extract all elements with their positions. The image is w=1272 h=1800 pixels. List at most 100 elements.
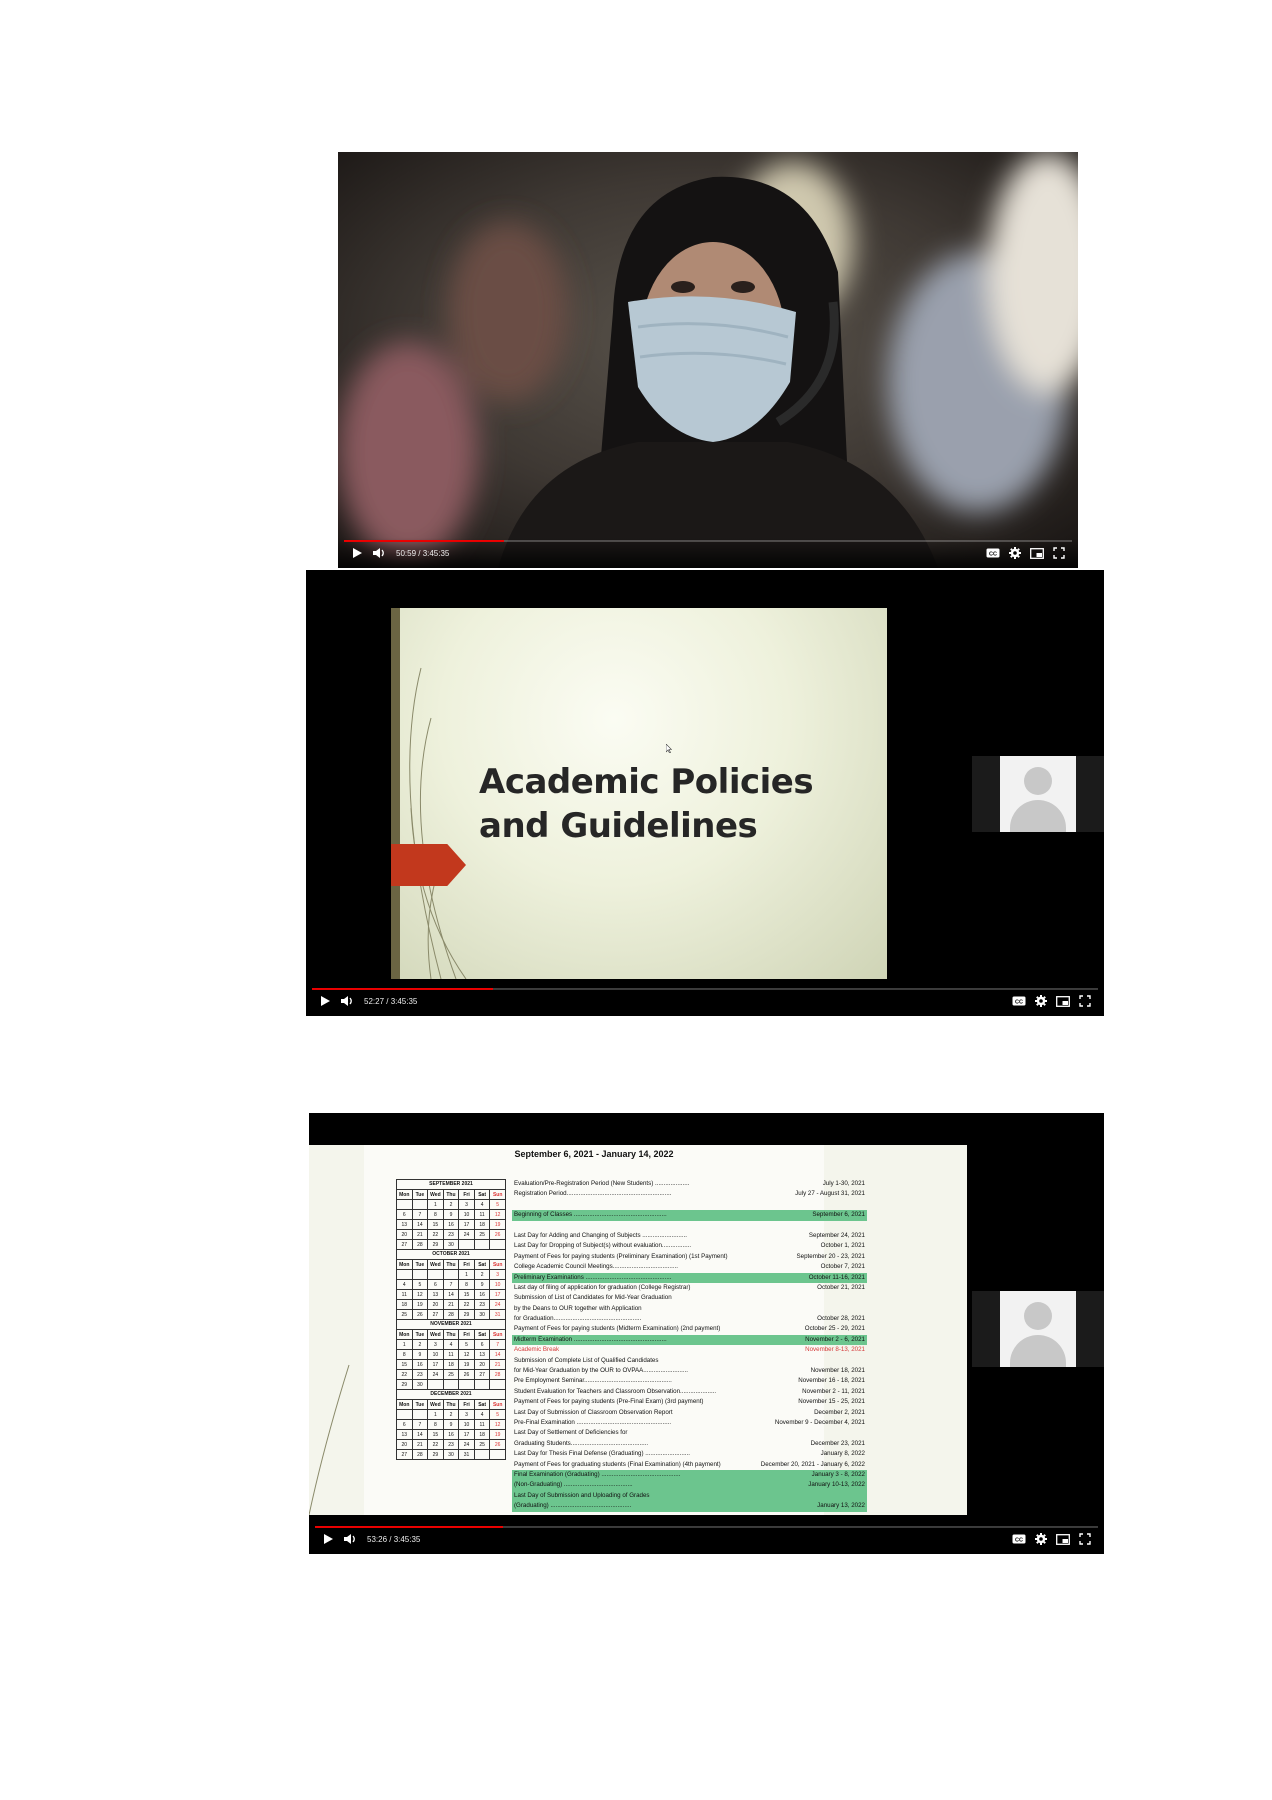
day-header: Sun <box>489 1189 506 1200</box>
day-cell: 9 <box>473 1279 491 1290</box>
month-calendar: DECEMBER 2021 Mon Tue Wed Thu Fri Sat Sun 1 2 3 4 5 6… <box>396 1389 506 1460</box>
day-header: Sun <box>489 1399 506 1410</box>
time-display: 52:27 / 3:45:35 <box>364 996 418 1006</box>
gear-icon[interactable] <box>1030 990 1052 1012</box>
event-date: November 2 - 6, 2021 <box>805 1335 865 1343</box>
day-cell: 24 <box>489 1299 506 1310</box>
event-label: Submission of Complete List of Qualified… <box>514 1356 659 1364</box>
day-cell: 23 <box>473 1299 491 1310</box>
event-label: for Mid-Year Graduation by the OUR to OV… <box>514 1367 689 1375</box>
day-cell: 23 <box>442 1229 460 1240</box>
day-cell: 19 <box>489 1429 506 1440</box>
calendar-event-row: Academic Break November 8-13, 2021 <box>512 1345 867 1355</box>
day-cell: 4 <box>396 1279 413 1290</box>
calendar-event-row: Registration Period.....................… <box>512 1189 867 1199</box>
day-cell: 12 <box>489 1419 506 1430</box>
event-label: Payment of Fees for paying students (Pre… <box>514 1252 728 1260</box>
event-label: Pre Employment Seminar..................… <box>514 1377 672 1385</box>
day-header: Wed <box>427 1189 444 1200</box>
event-label: Payment of Fees for paying students (Mid… <box>514 1325 721 1333</box>
day-cell: 3 <box>489 1269 506 1280</box>
event-date: September 20 - 23, 2021 <box>796 1252 865 1260</box>
volume-icon[interactable] <box>336 990 358 1012</box>
day-cell: 24 <box>427 1369 444 1380</box>
play-icon[interactable] <box>314 990 336 1012</box>
captions-icon[interactable]: CC <box>1008 990 1030 1012</box>
gear-icon[interactable] <box>1004 542 1026 564</box>
miniplayer-icon[interactable] <box>1052 1528 1074 1550</box>
day-cell: 15 <box>427 1219 444 1230</box>
day-cell: 6 <box>427 1279 444 1290</box>
day-header: Thu <box>442 1329 460 1340</box>
miniplayer-icon[interactable] <box>1026 542 1048 564</box>
day-cell: 13 <box>427 1289 444 1300</box>
video-player-slide[interactable]: Academic Policies and Guidelines 52:27 /… <box>306 570 1104 1016</box>
day-cell: 4 <box>473 1409 491 1420</box>
calendar-event-row: Student Evaluation for Teachers and Clas… <box>512 1387 867 1397</box>
day-cell: 22 <box>427 1439 444 1450</box>
day-cell: 1 <box>458 1269 475 1280</box>
month-grid: Mon Tue Wed Thu Fri Sat Sun 1 2 3 4 5 6 7 8 9 10 11 12 13 14… <box>396 1259 506 1320</box>
event-date: November 9 - December 4, 2021 <box>774 1418 865 1426</box>
day-cell: 20 <box>396 1439 413 1450</box>
calendar-event-row: Evaluation/Pre-Registration Period (New … <box>512 1179 867 1189</box>
day-cell: 29 <box>396 1379 413 1390</box>
day-cell: 1 <box>396 1339 413 1350</box>
captions-icon[interactable]: CC <box>1008 1528 1030 1550</box>
captions-icon[interactable]: CC <box>982 542 1004 564</box>
calendar-event-row: Payment of Fees for graduating students … <box>512 1460 867 1470</box>
day-cell <box>427 1269 444 1280</box>
day-cell: 20 <box>427 1299 444 1310</box>
miniplayer-icon[interactable] <box>1052 990 1074 1012</box>
day-cell: 4 <box>473 1199 491 1210</box>
day-cell: 18 <box>473 1429 491 1440</box>
calendar-event-row: Graduating Students.....................… <box>512 1439 867 1449</box>
day-cell: 9 <box>411 1349 429 1360</box>
day-cell: 13 <box>396 1219 413 1230</box>
day-cell: 10 <box>458 1419 475 1430</box>
event-label: Last Day for Adding and Changing of Subj… <box>514 1231 687 1239</box>
event-date: September 6, 2021 <box>812 1211 865 1219</box>
fullscreen-icon[interactable] <box>1048 542 1070 564</box>
play-icon[interactable] <box>317 1528 339 1550</box>
day-cell: 23 <box>411 1369 429 1380</box>
day-cell: 30 <box>442 1449 460 1460</box>
video-player-webcam[interactable]: 50:59 / 3:45:35 CC <box>338 152 1078 568</box>
day-header: Tue <box>411 1329 429 1340</box>
day-cell: 27 <box>427 1309 444 1320</box>
day-cell: 16 <box>473 1289 491 1300</box>
volume-icon[interactable] <box>368 542 390 564</box>
slide-decoration <box>309 1364 350 1515</box>
day-cell <box>442 1269 460 1280</box>
volume-icon[interactable] <box>339 1528 361 1550</box>
fullscreen-icon[interactable] <box>1074 990 1096 1012</box>
day-header: Tue <box>411 1189 429 1200</box>
player-controls: 53:26 / 3:45:35 CC <box>309 1524 1104 1554</box>
day-cell: 27 <box>473 1369 491 1380</box>
calendar-event-row: Beginning of Classes ...................… <box>512 1210 867 1221</box>
event-label: (Non-Graduating) .......................… <box>514 1481 633 1489</box>
day-header: Thu <box>442 1189 460 1200</box>
month-name: DECEMBER 2021 <box>396 1389 506 1399</box>
day-cell: 3 <box>458 1199 475 1210</box>
day-header: Sun <box>489 1259 506 1270</box>
event-date: October 28, 2021 <box>817 1315 865 1323</box>
month-grid: Mon Tue Wed Thu Fri Sat Sun 1 2 3 4 5 6 7 8 9 10 11 12 13 14… <box>396 1189 506 1250</box>
play-icon[interactable] <box>346 542 368 564</box>
cursor-icon <box>666 744 672 753</box>
fullscreen-icon[interactable] <box>1074 1528 1096 1550</box>
day-cell: 6 <box>473 1339 491 1350</box>
svg-text:CC: CC <box>1015 999 1023 1005</box>
calendar-event-row: Submission of List of Candidates for Mid… <box>512 1293 867 1303</box>
event-date: November 18, 2021 <box>810 1367 865 1375</box>
calendar-paper: September 6, 2021 - January 14, 2022 SEP… <box>364 1145 867 1515</box>
day-cell: 19 <box>411 1299 429 1310</box>
month-name: NOVEMBER 2021 <box>396 1319 506 1329</box>
day-header: Tue <box>411 1259 429 1270</box>
gear-icon[interactable] <box>1030 1528 1052 1550</box>
video-player-calendar[interactable]: September 6, 2021 - January 14, 2022 SEP… <box>309 1113 1104 1554</box>
day-cell: 9 <box>442 1419 460 1430</box>
slide-title-line2: and Guidelines <box>479 806 758 846</box>
event-label: Final Examination (Graduating) .........… <box>514 1470 681 1478</box>
day-cell: 26 <box>458 1369 475 1380</box>
